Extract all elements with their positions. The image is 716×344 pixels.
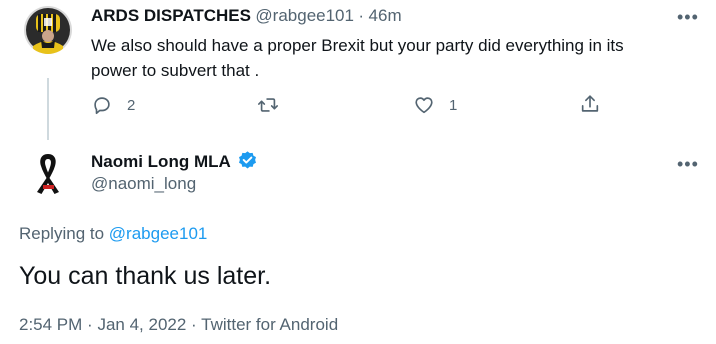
author-handle[interactable]: @rabgee101 bbox=[255, 6, 354, 25]
retweet-button[interactable] bbox=[257, 94, 293, 116]
reply-button[interactable]: 2 bbox=[91, 94, 135, 116]
author-name[interactable]: ARDS DISPATCHES bbox=[91, 6, 251, 25]
heart-icon bbox=[415, 97, 433, 114]
like-button[interactable]: 1 bbox=[413, 94, 457, 116]
tweet1-text: We also should have a proper Brexit but … bbox=[91, 33, 624, 83]
tweet-date[interactable]: Jan 4, 2022 bbox=[97, 315, 186, 334]
tweet-client[interactable]: Twitter for Android bbox=[201, 315, 338, 334]
replying-to-mention[interactable]: @rabgee101 bbox=[109, 224, 208, 243]
tweet2-text: You can thank us later. bbox=[19, 262, 272, 290]
tweet2-author-block: Naomi Long MLA bbox=[91, 151, 258, 172]
separator-dot: · bbox=[191, 315, 197, 334]
replying-to-line: Replying to @rabgee101 bbox=[19, 224, 207, 244]
more-options-button[interactable]: ••• bbox=[677, 8, 699, 26]
author-handle[interactable]: @naomi_long bbox=[91, 174, 196, 194]
tweet1-text-line: We also should have a proper Brexit but … bbox=[91, 36, 624, 55]
replying-to-label: Replying to bbox=[19, 224, 105, 243]
more-horizontal-icon: ••• bbox=[677, 154, 699, 174]
author-name[interactable]: Naomi Long MLA bbox=[91, 152, 231, 171]
verified-badge-icon bbox=[239, 151, 257, 169]
tweet-time[interactable]: 46m bbox=[369, 6, 402, 25]
avatar-rabgee101[interactable] bbox=[24, 6, 72, 54]
retweet-icon bbox=[258, 98, 278, 112]
like-count: 1 bbox=[449, 96, 458, 114]
separator-dot: · bbox=[87, 315, 93, 334]
tweet1-header: ARDS DISPATCHES @rabgee101 · 46m bbox=[91, 6, 402, 26]
avatar-image bbox=[24, 150, 72, 198]
tweet-meta: 2:54 PM · Jan 4, 2022 · Twitter for Andr… bbox=[19, 315, 338, 335]
tweet-time[interactable]: 2:54 PM bbox=[19, 315, 82, 334]
reply-count: 2 bbox=[127, 96, 136, 114]
share-icon bbox=[581, 95, 599, 112]
avatar-naomi-long[interactable] bbox=[24, 150, 72, 198]
more-horizontal-icon: ••• bbox=[677, 7, 699, 27]
thread-connector-line bbox=[47, 78, 49, 140]
more-options-button[interactable]: ••• bbox=[677, 155, 699, 173]
share-button[interactable] bbox=[579, 93, 601, 115]
separator-dot: · bbox=[358, 6, 365, 25]
tweet1-text-line: power to subvert that . bbox=[91, 61, 260, 80]
avatar-image bbox=[24, 6, 72, 54]
reply-icon bbox=[94, 97, 110, 115]
